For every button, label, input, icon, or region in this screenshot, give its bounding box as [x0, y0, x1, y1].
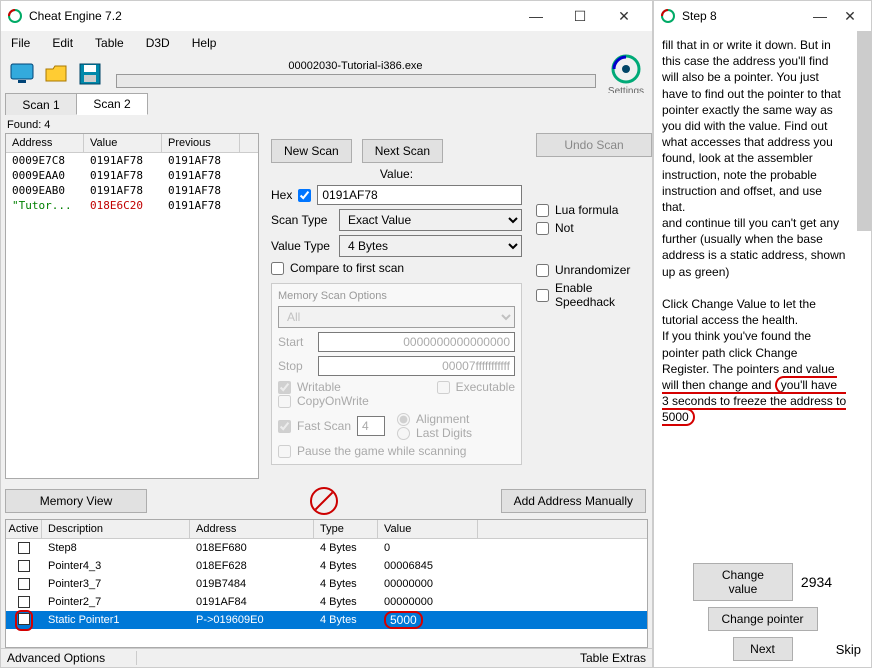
address-row[interactable]: Pointer3_7019B74844 Bytes00000000	[6, 575, 647, 593]
region-select: All	[278, 306, 515, 328]
writable-checkbox	[278, 381, 291, 394]
menu-table[interactable]: Table	[91, 34, 128, 52]
app-icon	[7, 8, 23, 24]
hex-label: Hex	[271, 188, 292, 202]
side-titlebar: Step 8 — ✕	[654, 1, 871, 31]
pause-checkbox	[278, 445, 291, 458]
progress-bar	[116, 74, 596, 88]
memory-view-button[interactable]: Memory View	[5, 489, 147, 513]
col-previous[interactable]: Previous	[162, 134, 240, 152]
found-count: Found: 4	[1, 117, 652, 133]
col-type[interactable]: Type	[314, 520, 378, 538]
result-row[interactable]: 0009E7C80191AF780191AF78	[6, 153, 258, 168]
fastscan-checkbox	[278, 420, 291, 433]
scan-type-select[interactable]: Exact Value	[339, 209, 522, 231]
menu-edit[interactable]: Edit	[48, 34, 77, 52]
menu-d3d[interactable]: D3D	[142, 34, 174, 52]
select-process-icon[interactable]	[7, 59, 37, 89]
lastdigits-radio	[397, 427, 410, 440]
skip-link[interactable]: Skip	[836, 642, 861, 657]
col-description[interactable]: Description	[42, 520, 190, 538]
toolbar: 00002030-Tutorial-i386.exe Settings	[1, 55, 652, 93]
table-extras[interactable]: Table Extras	[574, 651, 646, 665]
scan-tabs: Scan 1 Scan 2	[1, 93, 652, 117]
new-scan-button[interactable]: New Scan	[271, 139, 352, 163]
fastscan-input	[357, 416, 385, 436]
address-row[interactable]: Pointer4_3018EF6284 Bytes00006845	[6, 557, 647, 575]
tutorial-window: Step 8 — ✕ fill that in or write it down…	[653, 0, 872, 668]
menubar: File Edit Table D3D Help	[1, 31, 652, 55]
result-row[interactable]: "Tutor...018E6C200191AF78	[6, 198, 258, 213]
start-input	[318, 332, 515, 352]
scan-type-label: Scan Type	[271, 213, 333, 227]
minimize-button[interactable]: —	[514, 2, 558, 30]
scrollbar[interactable]	[857, 31, 871, 231]
logo-icon[interactable]	[609, 52, 643, 86]
address-row[interactable]: Step8018EF6804 Bytes0	[6, 539, 647, 557]
col-address[interactable]: Address	[6, 134, 84, 152]
save-icon[interactable]	[75, 59, 105, 89]
tab-scan2[interactable]: Scan 2	[76, 93, 148, 115]
value-type-select[interactable]: 4 Bytes	[339, 235, 522, 257]
menu-help[interactable]: Help	[188, 34, 221, 52]
change-pointer-button[interactable]: Change pointer	[708, 607, 818, 631]
close-button[interactable]: ✕	[602, 2, 646, 30]
col-addr2[interactable]: Address	[190, 520, 314, 538]
main-title: Cheat Engine 7.2	[29, 9, 514, 23]
main-titlebar: Cheat Engine 7.2 — ☐ ✕	[1, 1, 652, 31]
result-row[interactable]: 0009EAA00191AF780191AF78	[6, 168, 258, 183]
process-name: 00002030-Tutorial-i386.exe	[288, 60, 422, 72]
change-value-button[interactable]: Change value	[693, 563, 793, 601]
unrandomizer-checkbox[interactable]	[536, 264, 549, 277]
next-scan-button[interactable]: Next Scan	[362, 139, 443, 163]
compare-first-checkbox[interactable]	[271, 262, 284, 275]
speedhack-checkbox[interactable]	[536, 289, 549, 302]
col-val2[interactable]: Value	[378, 520, 478, 538]
statusbar: Advanced Options Table Extras	[1, 648, 652, 667]
side-minimize-button[interactable]: —	[805, 2, 835, 30]
menu-file[interactable]: File	[7, 34, 34, 52]
results-list[interactable]: Address Value Previous 0009E7C80191AF780…	[5, 133, 259, 479]
value-label: Value:	[271, 167, 522, 181]
compare-first-label: Compare to first scan	[290, 261, 404, 275]
address-row[interactable]: Static Pointer1P->019609E04 Bytes5000	[6, 611, 647, 629]
memory-scan-options: Memory Scan Options All Start Stop Writa…	[271, 283, 522, 465]
scan-panel: New Scan Next Scan Value: Hex Scan Type …	[263, 133, 530, 483]
next-button[interactable]: Next	[733, 637, 793, 661]
main-window: Cheat Engine 7.2 — ☐ ✕ File Edit Table D…	[0, 0, 653, 668]
advanced-options[interactable]: Advanced Options	[7, 651, 137, 665]
cow-checkbox	[278, 395, 291, 408]
col-value[interactable]: Value	[84, 134, 162, 152]
side-app-icon	[660, 8, 676, 24]
executable-checkbox	[437, 381, 450, 394]
open-icon[interactable]	[41, 59, 71, 89]
hex-checkbox[interactable]	[298, 189, 311, 202]
value-type-label: Value Type	[271, 239, 333, 253]
tab-scan1[interactable]: Scan 1	[5, 93, 77, 115]
side-title: Step 8	[682, 9, 805, 23]
address-list[interactable]: Active Description Address Type Value St…	[5, 519, 648, 648]
not-checkbox[interactable]	[536, 222, 549, 235]
side-close-button[interactable]: ✕	[835, 2, 865, 30]
stop-input	[318, 356, 515, 376]
stop-icon[interactable]	[310, 487, 338, 515]
value-input[interactable]	[317, 185, 522, 205]
maximize-button[interactable]: ☐	[558, 2, 602, 30]
add-address-button[interactable]: Add Address Manually	[501, 489, 646, 513]
alignment-radio	[397, 413, 410, 426]
tutorial-text: fill that in or write it down. But in th…	[654, 31, 871, 557]
result-row[interactable]: 0009EAB00191AF780191AF78	[6, 183, 258, 198]
address-row[interactable]: Pointer2_70191AF844 Bytes00000000	[6, 593, 647, 611]
col-active[interactable]: Active	[6, 520, 42, 538]
current-value: 2934	[801, 574, 832, 590]
lua-checkbox[interactable]	[536, 204, 549, 217]
undo-scan-button: Undo Scan	[536, 133, 652, 157]
